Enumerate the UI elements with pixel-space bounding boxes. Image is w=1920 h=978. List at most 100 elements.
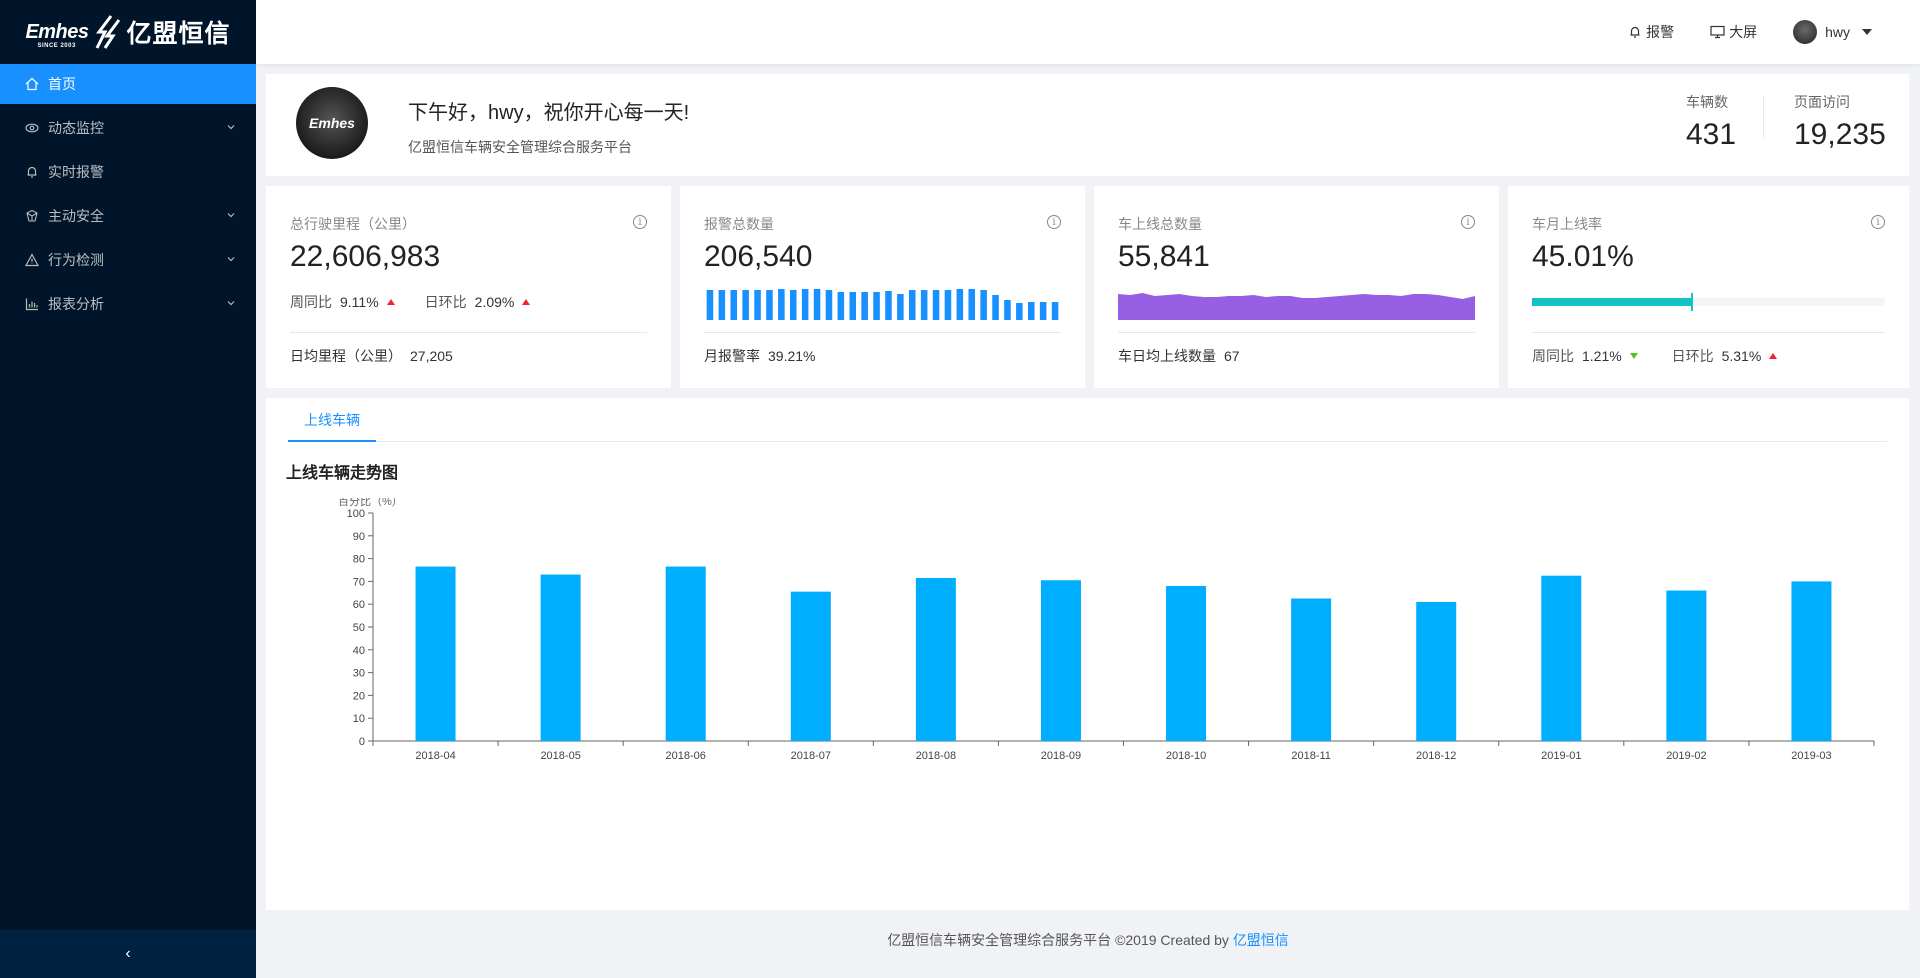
card-title: 报警总数量 — [704, 216, 774, 232]
x-tick-label: 2018-07 — [791, 750, 831, 762]
mini-bar — [944, 290, 952, 320]
card-footer: 车日均上线数量 67 — [1118, 332, 1475, 366]
mini-area — [1118, 293, 1475, 320]
big-screen-button[interactable]: 大屏 — [1710, 22, 1757, 42]
chevron-down-icon — [227, 257, 235, 262]
y-tick-label: 30 — [353, 668, 365, 680]
mini-bar — [908, 290, 916, 320]
mini-bar — [778, 289, 785, 320]
sidebar-item-behavior-detect[interactable]: 行为检测 — [0, 240, 256, 280]
chart-bar[interactable] — [790, 591, 831, 741]
x-tick-label: 2018-09 — [1041, 750, 1081, 762]
chart-bar[interactable] — [1166, 585, 1207, 741]
chart-bar[interactable] — [1541, 575, 1582, 741]
week-trend: 周同比 9.11% — [290, 292, 395, 312]
logo-chinese: 亿盟恒信 — [126, 20, 231, 48]
sidebar-item-realtime-alarm[interactable]: 实时报警 — [0, 152, 256, 192]
chevron-left-icon: ‹ — [125, 945, 131, 962]
total-mileage-card: 总行驶里程（公里） i 22,606,983 周同比 9.11% 日环比 2.09%… — [266, 186, 671, 388]
sidebar-item-dynamic-monitor[interactable]: 动态监控 — [0, 108, 256, 148]
y-axis-label: 百分比（%） — [338, 498, 403, 508]
sidebar-item-label: 首页 — [48, 76, 76, 92]
mini-bar — [849, 292, 857, 320]
card-value: 45.01% — [1532, 240, 1634, 273]
mini-bar — [1027, 302, 1035, 320]
trend-up-icon — [522, 299, 531, 305]
sidebar: Emhes SINCE 2003 亿盟恒信 首页 动态监控 实时报警 主动安全 … — [0, 0, 256, 978]
x-tick-label: 2018-04 — [415, 750, 455, 762]
mini-bar — [897, 294, 904, 320]
info-icon[interactable]: i — [633, 215, 647, 229]
mini-bar — [1016, 303, 1023, 320]
x-tick-label: 2018-12 — [1416, 750, 1456, 762]
platform-subtitle: 亿盟恒信车辆安全管理综合服务平台 — [408, 139, 632, 155]
mini-bar — [932, 290, 940, 320]
alarm-label: 报警 — [1646, 24, 1675, 40]
info-icon[interactable]: i — [1461, 215, 1475, 229]
bar-chart-icon — [24, 296, 40, 312]
alarm-total-card: 报警总数量 i 206,540 月报警率 39.21% — [680, 186, 1085, 388]
sidebar-item-home[interactable]: 首页 — [0, 64, 256, 104]
chart-bar[interactable] — [1666, 590, 1707, 741]
page-visit-stat: 页面访问 19,235 — [1794, 92, 1886, 152]
info-icon[interactable]: i — [1047, 215, 1061, 229]
card-title: 车上线总数量 — [1118, 216, 1202, 232]
progress-target-marker — [1690, 293, 1693, 311]
caret-down-icon — [1862, 29, 1872, 35]
chart-tabs: 上线车辆 — [288, 398, 1887, 442]
chart-bar[interactable] — [1291, 598, 1332, 742]
x-tick-label: 2019-02 — [1666, 750, 1706, 762]
mini-bar — [766, 290, 773, 320]
chart-bar[interactable] — [915, 577, 956, 741]
chart-bar[interactable] — [665, 566, 706, 741]
bell-icon — [24, 164, 40, 180]
y-tick-label: 10 — [353, 713, 365, 725]
x-tick-label: 2018-05 — [540, 750, 580, 762]
card-title: 车月上线率 — [1532, 216, 1602, 232]
mini-bar-chart — [704, 284, 1061, 320]
x-tick-label: 2018-06 — [666, 750, 706, 762]
sidebar-item-active-safety[interactable]: 主动安全 — [0, 196, 256, 236]
chevron-down-icon — [227, 125, 235, 130]
mini-bar — [730, 290, 738, 320]
card-value: 206,540 — [704, 240, 813, 273]
eye-icon — [24, 120, 40, 136]
alarm-button[interactable]: 报警 — [1628, 22, 1674, 42]
stat-value: 19,235 — [1794, 118, 1886, 151]
mini-bar — [1004, 300, 1011, 320]
mini-bar — [956, 289, 964, 320]
info-icon[interactable]: i — [1871, 215, 1885, 229]
sidebar-item-report-analysis[interactable]: 报表分析 — [0, 284, 256, 324]
progress-fill — [1532, 298, 1691, 306]
home-icon — [24, 76, 40, 92]
mini-bar — [861, 292, 868, 320]
chart-bar[interactable] — [415, 566, 456, 741]
chart-bar[interactable] — [1416, 601, 1457, 741]
sidebar-collapse-button[interactable]: ‹ — [0, 930, 256, 978]
mini-bar — [813, 289, 821, 320]
stat-label: 车辆数 — [1686, 94, 1728, 110]
warning-icon — [24, 252, 40, 268]
online-vehicle-bar-chart: 百分比（%） 0 10 20 30 40 50 60 70 80 90 100 2018-04 2018-… — [338, 498, 1875, 762]
day-trend: 日环比 5.31% — [1672, 346, 1778, 366]
x-tick-label: 2019-01 — [1541, 750, 1581, 762]
username: hwy — [1825, 24, 1850, 40]
trend-down-icon — [1629, 353, 1638, 359]
footer-link[interactable]: 亿盟恒信 — [1233, 932, 1289, 948]
footer-text: 亿盟恒信车辆安全管理综合服务平台 ©2019 Created by — [887, 932, 1229, 948]
logo[interactable]: Emhes SINCE 2003 亿盟恒信 — [0, 0, 256, 64]
tab-online-vehicles[interactable]: 上线车辆 — [288, 398, 376, 442]
logo-english: Emhes SINCE 2003 — [25, 20, 89, 49]
stat-value: 431 — [1686, 118, 1737, 151]
y-tick-label: 90 — [353, 531, 365, 543]
user-menu[interactable]: hwy — [1793, 20, 1872, 44]
chart-bar[interactable] — [540, 574, 581, 741]
mini-bar — [742, 290, 749, 320]
x-tick-label: 2018-08 — [916, 750, 956, 762]
chart-bar[interactable] — [1040, 580, 1081, 741]
chevron-down-icon — [227, 301, 235, 306]
y-tick-label: 70 — [353, 576, 365, 588]
progress-bar — [1532, 284, 1885, 320]
y-tick-label: 40 — [353, 645, 365, 657]
chart-bar[interactable] — [1791, 581, 1832, 741]
